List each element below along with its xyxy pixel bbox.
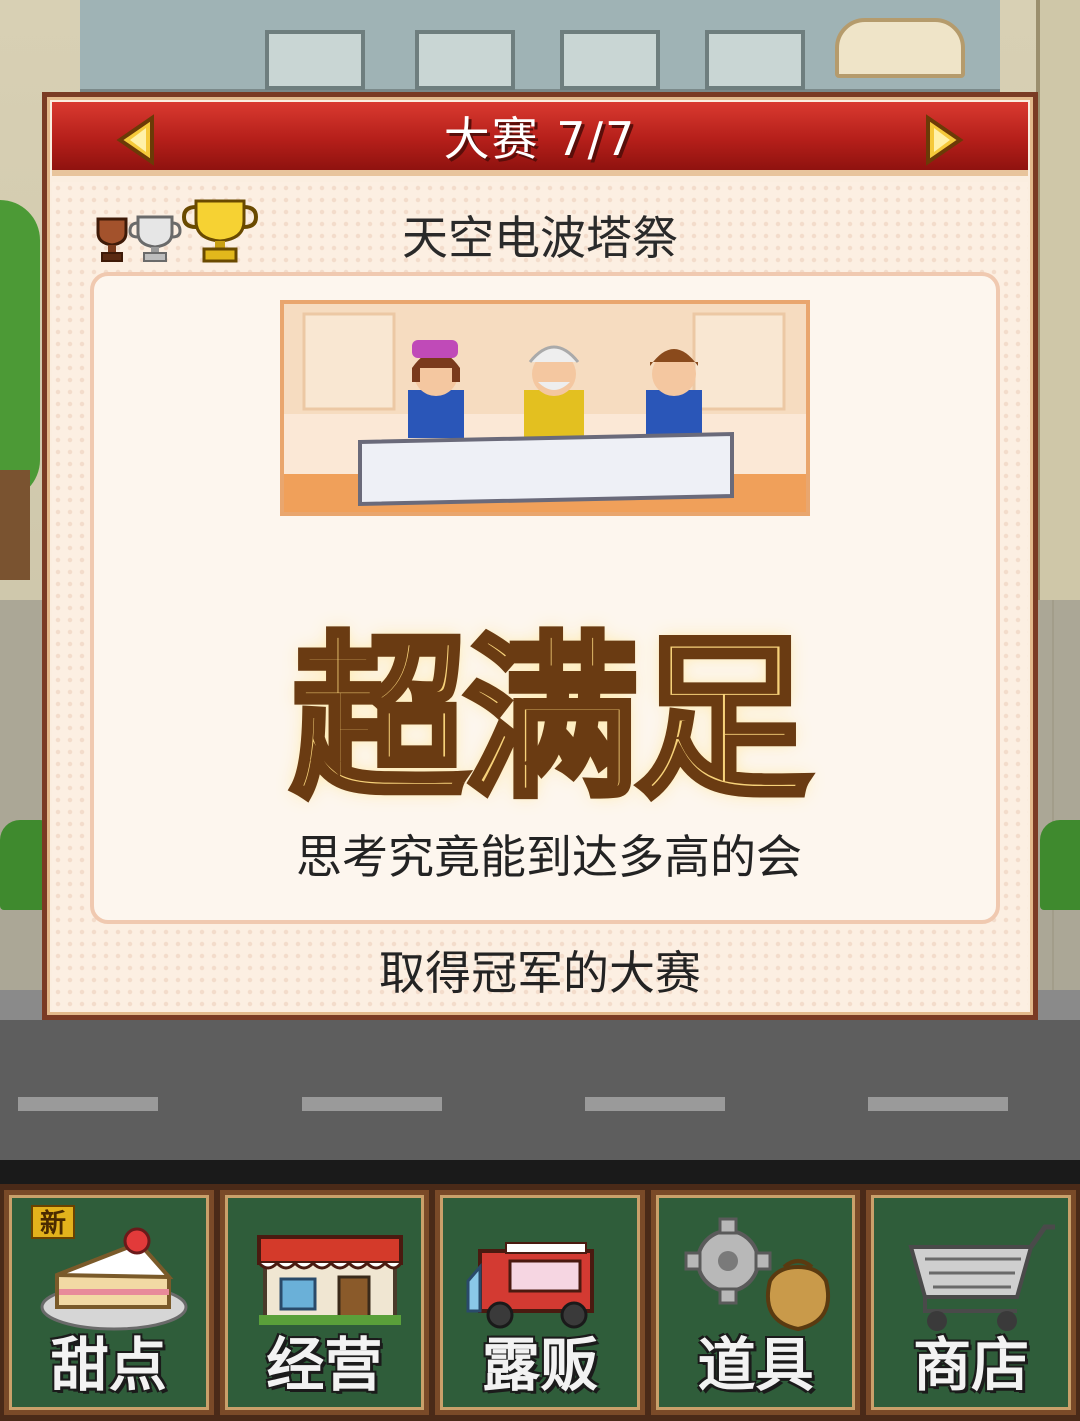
bottom-menu: 新 甜点 经营 露贩 道具 商店	[0, 1184, 1080, 1421]
road-marking	[585, 1097, 725, 1111]
judge-old-man	[524, 345, 584, 440]
background-tree	[0, 200, 40, 500]
background-hedge	[1040, 820, 1080, 910]
contest-panel: 大赛 7/7 天空电波塔祭 超满足 思考究竟能到达多高的会 取得冠军的大赛	[42, 92, 1038, 1020]
menu-button-sweets[interactable]: 新 甜点	[4, 1190, 214, 1415]
menu-label-shop: 商店	[913, 1331, 1030, 1399]
menu-button-shop[interactable]: 商店	[866, 1190, 1076, 1415]
menu-button-items[interactable]: 道具	[650, 1190, 861, 1415]
road-marking	[868, 1097, 1008, 1111]
background-window	[265, 30, 365, 90]
judges-scene	[280, 300, 810, 516]
menu-button-management[interactable]: 经营	[219, 1190, 430, 1415]
arrow-left-icon	[116, 114, 154, 166]
background-window	[705, 30, 805, 90]
next-contest-button[interactable]	[918, 114, 968, 166]
road-marking	[18, 1097, 158, 1111]
menu-label-items: 道具	[697, 1331, 814, 1399]
new-badge: 新	[31, 1205, 75, 1239]
road-marking	[302, 1097, 442, 1111]
menu-label-sweets: 甜点	[50, 1331, 167, 1399]
background-window	[560, 30, 660, 90]
contest-description: 思考究竟能到达多高的会	[296, 830, 802, 884]
panel-header: 大赛 7/7	[52, 102, 1028, 176]
contest-footer-text: 取得冠军的大赛	[379, 946, 701, 1000]
menu-label-stall: 露贩	[481, 1331, 598, 1399]
menu-button-stall[interactable]: 露贩	[435, 1190, 645, 1415]
prev-contest-button[interactable]	[112, 114, 162, 166]
panel-body: 天空电波塔祭 超满足 思考究竟能到达多高的会 取得冠军的大赛	[52, 182, 1028, 1010]
road	[0, 1020, 1080, 1160]
rating-text: 超满足	[288, 614, 814, 825]
divider-bar	[0, 1160, 1080, 1184]
background-sign	[835, 18, 965, 78]
arrow-right-icon	[926, 114, 964, 166]
contest-counter-title: 大赛 7/7	[443, 112, 637, 166]
menu-label-management: 经营	[266, 1331, 383, 1399]
result-card: 超满足 思考究竟能到达多高的会	[90, 272, 1000, 924]
background-window	[415, 30, 515, 90]
background-tree-trunk	[0, 470, 30, 580]
contest-name: 天空电波塔祭	[402, 211, 678, 265]
judges-illustration	[284, 304, 806, 512]
